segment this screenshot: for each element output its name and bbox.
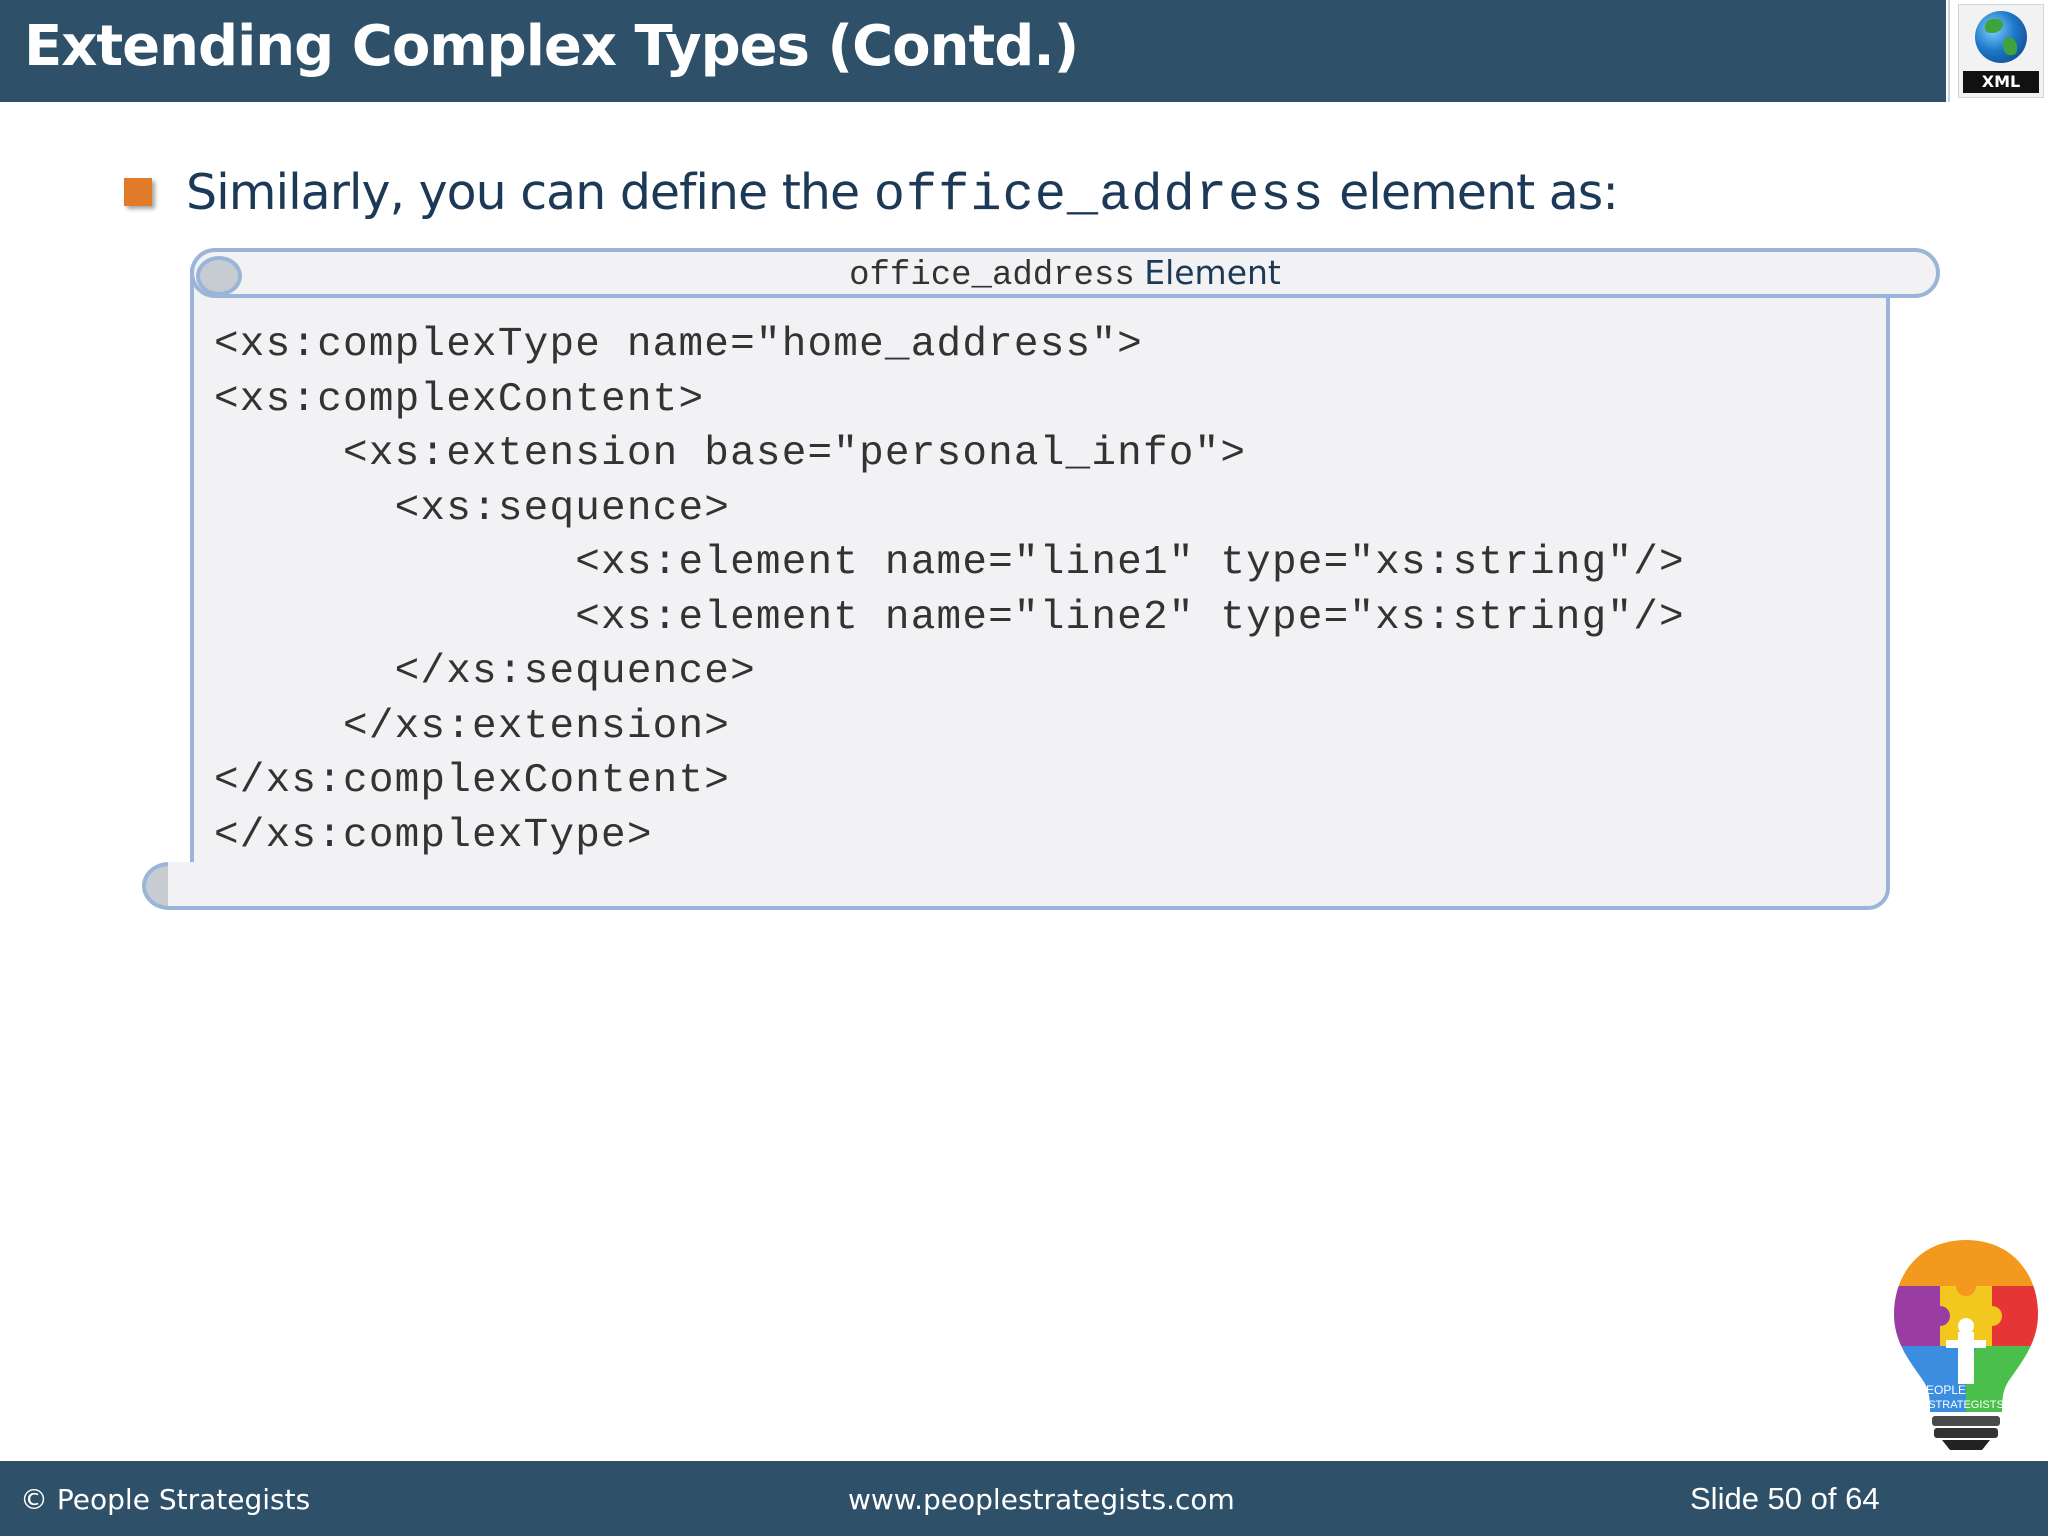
code-line: </xs:complexType> [214, 812, 653, 859]
xml-logo: XML [1948, 0, 2048, 102]
code-box-title-code: office_address [849, 257, 1135, 295]
slide-title: Extending Complex Types (Contd.) [24, 14, 1079, 79]
code-line: <xs:complexType name="home_address"> [214, 322, 1143, 368]
bullet-text-after: element as: [1324, 164, 1619, 221]
code-listing: <xs:complexType name="home_address"> <xs:… [214, 318, 1685, 863]
code-line: </xs:extension> [214, 703, 731, 750]
code-box-title-text: Element [1144, 253, 1281, 292]
xml-logo-label: XML [1963, 71, 2039, 93]
globe-icon [1975, 11, 2027, 63]
title-bar: Extending Complex Types (Contd.) [0, 0, 1946, 102]
code-line: <xs:element name="line1" type="xs:string… [214, 540, 1685, 586]
bullet-code-term: office_address [873, 166, 1325, 225]
code-box-title: office_address Element [190, 250, 1940, 296]
code-line: </xs:sequence> [214, 649, 756, 695]
bullet-text-before: Similarly, you can define the [186, 164, 874, 221]
code-line: <xs:extension base="personal_info"> [214, 431, 1247, 477]
footer-copyright: © People Strategists [20, 1483, 311, 1516]
footer-bar: © People Strategists www.peoplestrategis… [0, 1461, 2048, 1536]
brand-logo-line2: STRATEGISTS [1928, 1399, 2004, 1411]
xml-badge: XML [1958, 4, 2044, 98]
bullet-marker [124, 178, 152, 206]
code-line: </xs:complexContent> [214, 758, 731, 804]
code-line: <xs:element name="line2" type="xs:string… [214, 594, 1685, 641]
brand-logo-line1: PEOPLE [1918, 1383, 1966, 1397]
code-line: <xs:sequence> [214, 485, 731, 532]
code-line: <xs:complexContent> [214, 376, 705, 423]
lightbulb-puzzle-icon: PEOPLE STRATEGISTS [1894, 1240, 2038, 1450]
slide-number: Slide 50 of 64 [1690, 1481, 1880, 1516]
footer-website-link[interactable]: www.peoplestrategists.com [848, 1483, 1235, 1516]
bullet-text: Similarly, you can define the office_add… [186, 164, 1619, 225]
